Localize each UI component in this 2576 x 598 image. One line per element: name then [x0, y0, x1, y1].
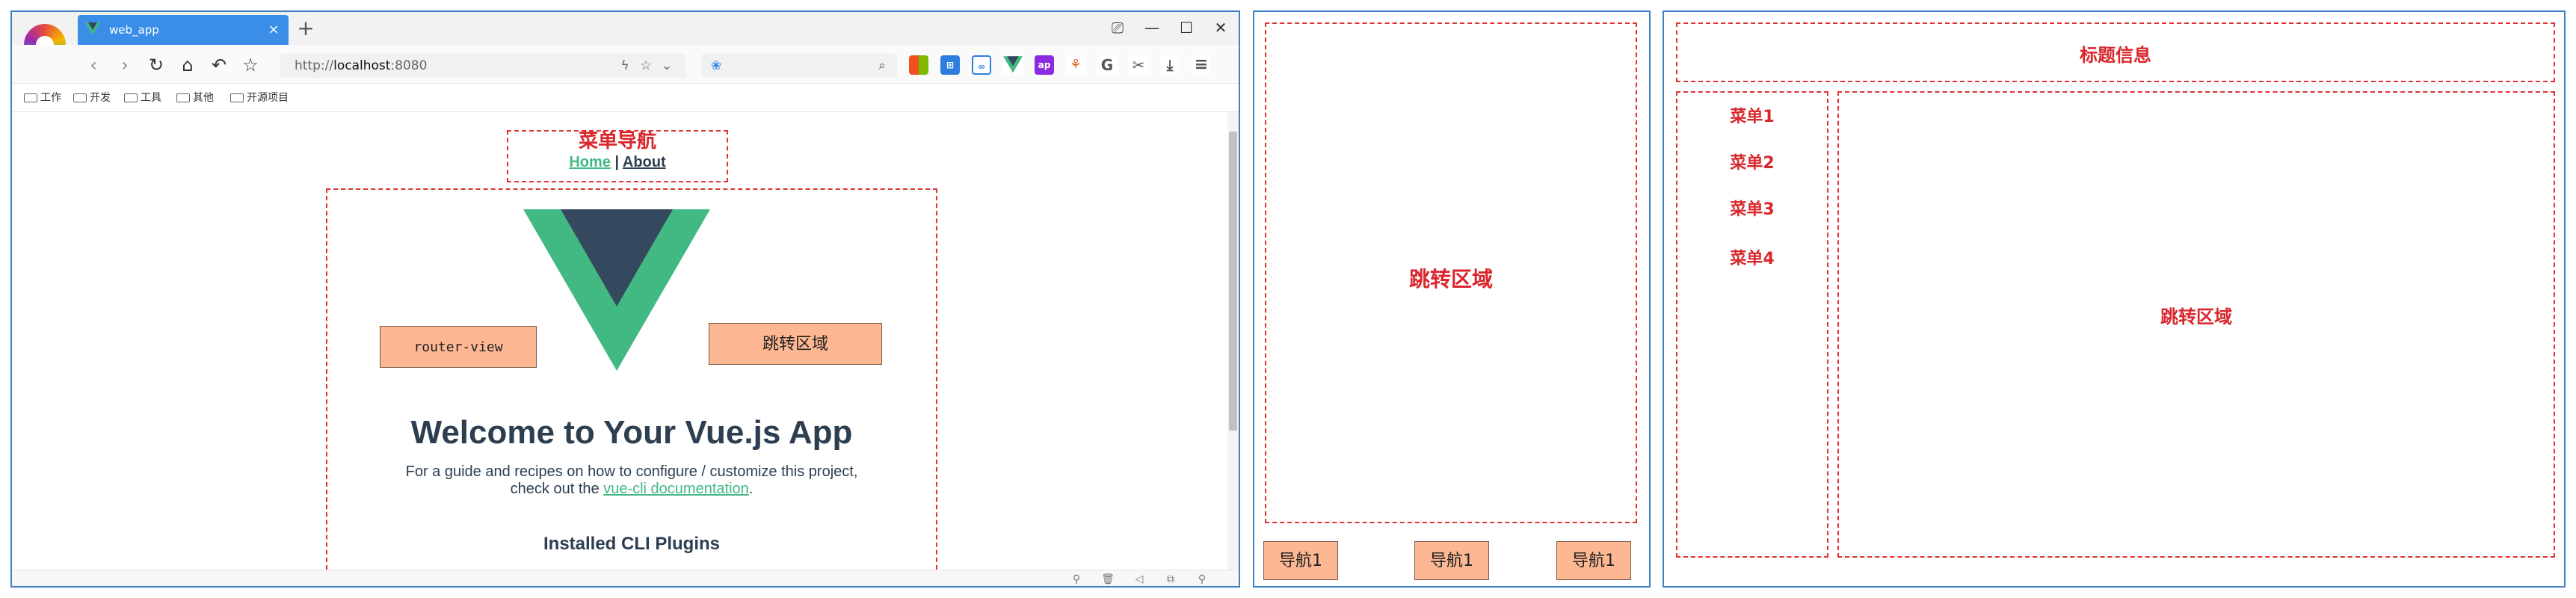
link-separator: | — [610, 154, 623, 170]
lightning-icon[interactable]: ϟ — [616, 54, 634, 78]
nav-links: Home | About — [508, 154, 727, 171]
bookmark-folder-other[interactable]: 其他 — [176, 84, 214, 112]
nav-button-3[interactable]: 导航1 — [1556, 541, 1631, 580]
main-jump-label: 跳转区域 — [2160, 306, 2232, 327]
main-jump-region: 跳转区域 — [1837, 91, 2555, 558]
chat-icon[interactable]: ∞ — [972, 55, 991, 75]
nav-button-1[interactable]: 导航1 — [1263, 541, 1338, 580]
jump-area-region: 跳转区域 — [1265, 22, 1637, 523]
ap-extension-icon[interactable]: ap — [1035, 55, 1054, 75]
paw-icon: ❀ — [710, 58, 722, 73]
bookmark-star-icon[interactable]: ☆ — [637, 54, 655, 78]
bookmark-folder-work[interactable]: 工作 — [24, 84, 61, 112]
menu-icon[interactable]: ≡ — [1192, 55, 1211, 75]
page-viewport: 菜单导航 Home | About router-view 跳转区域 Welco… — [12, 112, 1227, 577]
menu-item-4[interactable]: 菜单4 — [1677, 245, 1827, 269]
favorite-star-icon[interactable]: ☆ — [238, 52, 263, 78]
back-icon[interactable]: ‹ — [81, 52, 106, 78]
browser-window: web_app × + ⎚ — ☐ ✕ ‹ › ↻ ⌂ ↶ ☆ http://l… — [10, 10, 1240, 588]
status-bar: ⚲ 🗑 ◁ ⧉ ⚲ — [12, 570, 1239, 586]
browser-tab[interactable]: web_app × — [78, 15, 289, 45]
vue-favicon-icon — [85, 22, 100, 35]
menu-item-1[interactable]: 菜单1 — [1677, 103, 1827, 127]
bookmark-folder-tools[interactable]: 工具 — [124, 84, 161, 112]
chevron-down-icon[interactable]: ⌄ — [658, 54, 676, 78]
about-link[interactable]: About — [623, 154, 666, 170]
bookmarks-bar: 工作 开发 工具 其他 开源项目 — [12, 84, 1239, 112]
plugins-heading: Installed CLI Plugins — [543, 534, 721, 554]
home-link[interactable]: Home — [569, 154, 611, 170]
title-label: 标题信息 — [2080, 45, 2151, 66]
bag-icon[interactable]: ⊞ — [940, 55, 960, 75]
menu-item-3[interactable]: 菜单3 — [1677, 196, 1827, 220]
folder-icon — [230, 93, 244, 102]
trash-icon[interactable]: 🗑 — [1099, 570, 1117, 586]
shirt-icon[interactable]: ⎚ — [1101, 15, 1134, 40]
address-port: :8080 — [390, 58, 428, 73]
maximize-button[interactable]: ☐ — [1170, 15, 1203, 40]
side-menu-region: 菜单1 菜单2 菜单3 菜单4 — [1676, 91, 1828, 558]
menu-nav-label: 菜单导航 — [578, 130, 656, 152]
tab-close-icon[interactable]: × — [268, 15, 280, 45]
home-icon[interactable]: ⌂ — [175, 52, 200, 78]
bookmark-folder-dev[interactable]: 开发 — [73, 84, 111, 112]
g-extension-icon[interactable]: G — [1097, 55, 1117, 75]
folder-icon — [124, 93, 138, 102]
address-prefix: http:// — [295, 58, 334, 73]
jump-area-tag: 跳转区域 — [709, 323, 882, 365]
folder-icon — [176, 93, 190, 102]
download-icon[interactable]: ⤓ — [1160, 55, 1180, 75]
address-host: localhost — [333, 58, 391, 73]
folder-icon — [73, 93, 87, 102]
desktop-layout-panel: 标题信息 菜单1 菜单2 菜单3 菜单4 跳转区域 — [1663, 10, 2566, 588]
router-view-tag: router-view — [380, 326, 537, 368]
menu-nav-region: 菜单导航 Home | About — [507, 130, 728, 182]
minimize-button[interactable]: — — [1136, 15, 1168, 40]
undo-icon[interactable]: ↶ — [206, 52, 232, 78]
router-view-region: router-view 跳转区域 Welcome to Your Vue.js … — [326, 188, 937, 577]
sitemap-icon[interactable]: ⚘ — [1066, 55, 1085, 75]
jump-area-label: 跳转区域 — [1408, 267, 1493, 292]
menu-item-2[interactable]: 菜单2 — [1677, 150, 1827, 173]
zoom-icon[interactable]: ⚲ — [1193, 570, 1211, 586]
forward-icon[interactable]: › — [112, 52, 138, 78]
guide-text: For a guide and recipes on how to config… — [405, 463, 858, 497]
title-region: 标题信息 — [1676, 22, 2555, 82]
bookmark-folder-opensource[interactable]: 开源项目 — [230, 84, 289, 112]
mobile-layout-panel: 跳转区域 导航1 导航1 导航1 — [1253, 10, 1651, 588]
close-window-button[interactable]: ✕ — [1204, 15, 1237, 40]
search-icon[interactable]: ⌕ — [873, 54, 891, 78]
search-box[interactable]: ❀ ⌕ — [701, 54, 897, 78]
vue-devtools-icon[interactable] — [1003, 55, 1023, 75]
apps-grid-icon[interactable] — [909, 55, 928, 75]
vue-cli-docs-link[interactable]: vue-cli documentation — [603, 481, 749, 497]
nav-button-2[interactable]: 导航1 — [1414, 541, 1489, 580]
broom-icon[interactable]: ⚲ — [1067, 570, 1085, 586]
tab-title: web_app — [109, 23, 159, 37]
reload-icon[interactable]: ↻ — [144, 52, 169, 78]
welcome-heading: Welcome to Your Vue.js App — [410, 414, 853, 451]
address-bar[interactable]: http://localhost:8080 ϟ ☆ ⌄ — [280, 54, 686, 78]
vue-logo-icon — [523, 209, 710, 371]
window-icon[interactable]: ⧉ — [1162, 570, 1180, 586]
vertical-scrollbar[interactable] — [1227, 112, 1239, 570]
speaker-icon[interactable]: ◁ — [1130, 570, 1148, 586]
scrollbar-thumb[interactable] — [1229, 132, 1237, 431]
scissors-icon[interactable]: ✂ — [1129, 55, 1148, 75]
folder-icon — [24, 93, 37, 102]
new-tab-button[interactable]: + — [295, 15, 317, 42]
